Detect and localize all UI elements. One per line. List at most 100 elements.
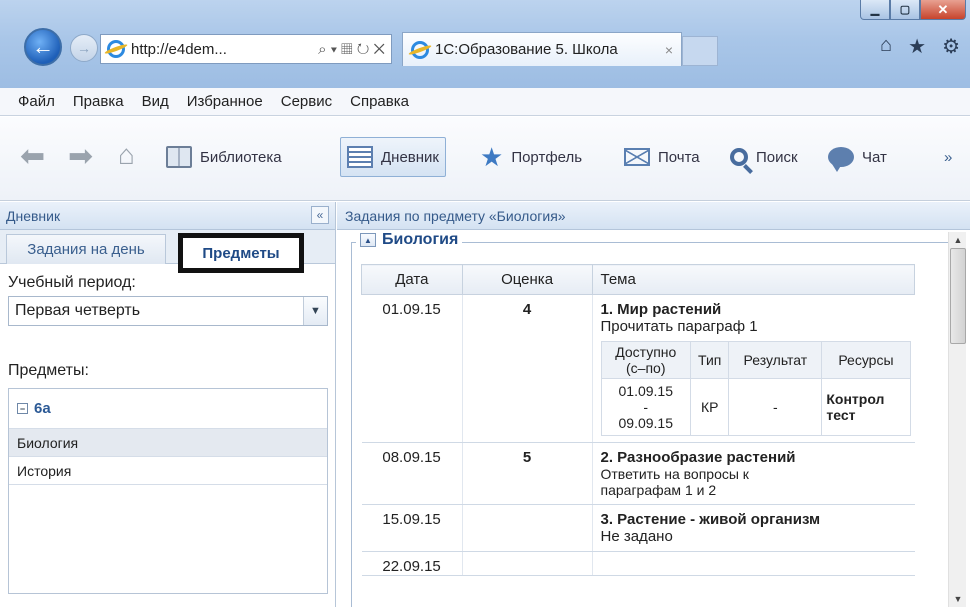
- topic-desc-line1: Ответить на вопросы к: [600, 466, 749, 482]
- table-row[interactable]: 15.09.15 3. Растение - живой организм Не…: [361, 504, 915, 552]
- left-panel-header: Дневник «: [0, 202, 335, 230]
- tab-close-icon[interactable]: ×: [665, 42, 673, 58]
- subject-item-history[interactable]: История: [9, 457, 327, 485]
- app-forward-arrow-icon[interactable]: ➡: [68, 139, 93, 174]
- menu-service[interactable]: Сервис: [281, 93, 332, 110]
- app-toolbar: ⬅ ➡ ⌂ Библиотека Дневник ★ Портфель Почт…: [0, 117, 970, 201]
- subject-item-biology[interactable]: Биология: [9, 429, 327, 457]
- sub-resource-line2[interactable]: тест: [826, 407, 907, 423]
- tab-subjects[interactable]: Предметы: [178, 233, 304, 273]
- tab-ie-icon: [411, 40, 429, 59]
- mail-button[interactable]: Почта: [618, 137, 706, 177]
- back-icon[interactable]: ←: [24, 28, 62, 66]
- right-panel-header: Задания по предмету «Биология»: [337, 202, 970, 230]
- subjects-label: Предметы:: [8, 362, 89, 379]
- subjects-list: − 6а Биология История: [8, 388, 328, 594]
- chat-icon: [828, 147, 854, 172]
- topic-title: 1. Мир растений: [600, 301, 722, 318]
- chat-label: Чат: [862, 148, 887, 166]
- section-legend[interactable]: ▲ Биология: [356, 231, 463, 249]
- search-button[interactable]: Поиск: [724, 137, 804, 177]
- portfolio-button[interactable]: ★ Портфель: [474, 137, 588, 177]
- tab-daily-tasks[interactable]: Задания на день: [6, 234, 166, 264]
- library-button[interactable]: Библиотека: [160, 137, 288, 177]
- col-date: Дата: [361, 264, 463, 295]
- address-text[interactable]: http://e4dem...: [131, 41, 227, 58]
- mail-label: Почта: [658, 148, 700, 166]
- row-date: 22.09.15: [361, 551, 463, 576]
- collapse-panel-icon[interactable]: «: [311, 206, 329, 224]
- address-bar[interactable]: http://e4dem... ⌕ ▾ ▦ ↻ ✕: [100, 34, 392, 64]
- sub-col-available: Доступно (с–по): [600, 341, 691, 379]
- row-grade: 5: [462, 442, 593, 505]
- address-actions[interactable]: ⌕ ▾ ▦ ↻ ✕: [318, 41, 391, 58]
- browser-tab[interactable]: 1С:Образование 5. Школа ×: [402, 32, 682, 66]
- home-icon[interactable]: ⌂: [880, 34, 892, 59]
- topic-desc: Не задано: [600, 528, 673, 545]
- menu-view[interactable]: Вид: [142, 93, 169, 110]
- class-group[interactable]: − 6а: [9, 389, 327, 429]
- scroll-thumb[interactable]: [950, 248, 966, 344]
- ie-page-icon: [107, 40, 125, 58]
- subtable-row[interactable]: 01.09.15 - 09.09.15 КР - Контрол тест: [600, 378, 911, 436]
- sub-type: КР: [689, 378, 730, 436]
- collapse-group-icon[interactable]: −: [17, 403, 28, 414]
- row-topic: 1. Мир растений Прочитать параграф 1 Дос…: [592, 294, 915, 443]
- col-topic: Тема: [591, 264, 915, 295]
- search-label: Поиск: [756, 148, 798, 166]
- row-date: 01.09.15: [361, 294, 463, 443]
- star-icon: ★: [480, 141, 504, 172]
- diary-button[interactable]: Дневник: [340, 137, 446, 177]
- close-window-icon[interactable]: ✕: [920, 0, 966, 20]
- forward-icon[interactable]: →: [70, 34, 98, 62]
- sub-resource-line1[interactable]: Контрол: [826, 391, 907, 407]
- scroll-up-icon[interactable]: ▲: [949, 232, 967, 248]
- sub-resource-link[interactable]: Контрол тест: [821, 378, 911, 436]
- tasks-table: Дата Оценка Тема 01.09.15 4 1. Мир расте…: [361, 264, 915, 576]
- collapse-section-icon[interactable]: ▲: [360, 233, 376, 247]
- table-row[interactable]: 01.09.15 4 1. Мир растений Прочитать пар…: [361, 294, 915, 443]
- diary-label: Дневник: [381, 148, 439, 166]
- chat-button[interactable]: Чат: [822, 137, 893, 177]
- table-row[interactable]: 22.09.15: [361, 551, 915, 576]
- maximize-icon[interactable]: ▢: [890, 0, 920, 20]
- row-topic: [592, 551, 915, 576]
- sub-to: 09.09.15: [618, 415, 674, 431]
- row-grade: [462, 504, 593, 552]
- settings-gear-icon[interactable]: ⚙: [942, 34, 960, 59]
- topic-desc-line2: параграфам 1 и 2: [600, 482, 717, 498]
- app-back-arrow-icon[interactable]: ⬅: [20, 139, 45, 174]
- chevron-down-icon[interactable]: ▼: [303, 297, 327, 325]
- assignment-subtable: Доступно (с–по) Тип Результат Ресурсы 01…: [600, 341, 911, 436]
- tasks-right-panel: Задания по предмету «Биология» ▲ Биологи…: [337, 202, 970, 607]
- minimize-icon[interactable]: ▁: [860, 0, 890, 20]
- left-panel-title: Дневник: [6, 207, 61, 224]
- scroll-down-icon[interactable]: ▼: [949, 591, 967, 607]
- tab-title[interactable]: 1С:Образование 5. Школа: [435, 41, 618, 58]
- menu-edit[interactable]: Правка: [73, 93, 124, 110]
- sub-col-available-line1: Доступно: [615, 344, 677, 360]
- menu-favorites[interactable]: Избранное: [187, 93, 263, 110]
- class-group-label: 6а: [34, 400, 51, 417]
- search-icon: [730, 148, 748, 166]
- menu-bar: Файл Правка Вид Избранное Сервис Справка: [0, 88, 970, 116]
- favorites-star-icon[interactable]: ★: [908, 34, 926, 59]
- table-row[interactable]: 08.09.15 5 2. Разнообразие растений Отве…: [361, 442, 915, 505]
- menu-file[interactable]: Файл: [18, 93, 55, 110]
- row-grade: 4: [462, 294, 593, 443]
- app-home-icon[interactable]: ⌂: [118, 139, 135, 171]
- vertical-scrollbar[interactable]: ▲ ▼: [948, 232, 966, 607]
- left-tabs: Задания на день Предметы: [0, 230, 335, 273]
- mail-icon: [624, 148, 650, 166]
- sub-col-type: Тип: [689, 341, 730, 379]
- new-tab-button[interactable]: [682, 36, 718, 66]
- window-controls: ▁ ▢ ✕: [860, 0, 966, 22]
- period-select[interactable]: Первая четверть ▼: [8, 296, 328, 326]
- row-topic: 3. Растение - живой организм Не задано: [592, 504, 915, 552]
- more-button[interactable]: »: [938, 137, 958, 177]
- diary-left-panel: Дневник « Задания на день Предметы Учебн…: [0, 202, 336, 607]
- period-label: Учебный период:: [8, 274, 136, 291]
- row-date: 15.09.15: [361, 504, 463, 552]
- menu-help[interactable]: Справка: [350, 93, 409, 110]
- sub-col-resources: Ресурсы: [821, 341, 911, 379]
